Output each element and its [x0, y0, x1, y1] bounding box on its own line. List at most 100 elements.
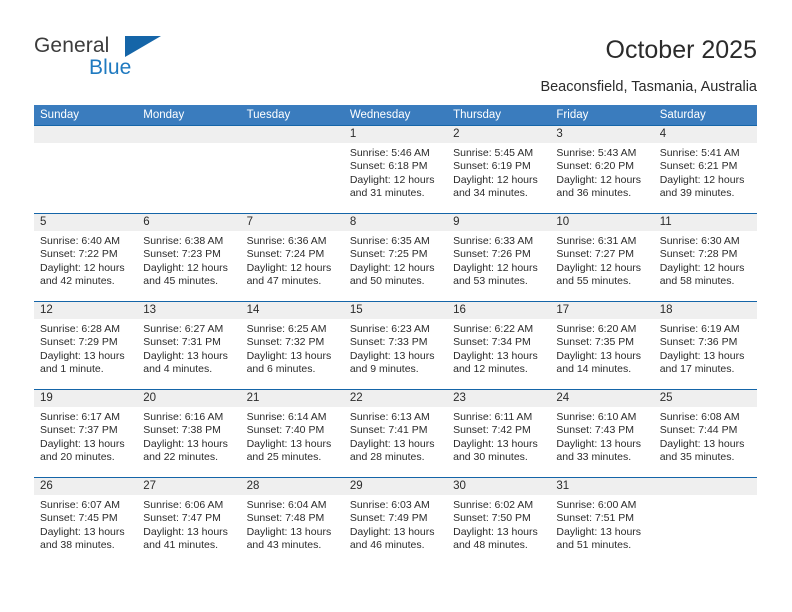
sunrise-text: Sunrise: 6:33 AM — [453, 235, 534, 247]
sunset-text: Sunset: 6:18 PM — [349, 160, 428, 173]
sunset-text: Sunset: 7:45 PM — [40, 512, 118, 525]
day-cell[interactable]: 5 Sunrise: 6:40 AM Sunset: 7:22 PM Daylight… — [34, 214, 138, 301]
day-cell[interactable]: 18 Sunrise: 6:19 AM Sunset: 7:36 PM Dayligh… — [653, 302, 757, 389]
day-cell[interactable] — [137, 126, 241, 213]
day-cell[interactable] — [653, 478, 757, 565]
day-cell[interactable]: 7 Sunrise: 6:36 AM Sunset: 7:24 PM Daylight… — [240, 214, 344, 301]
day-number: 17 — [550, 302, 654, 319]
day-cell[interactable]: 27 Sunrise: 6:06 AM Sunset: 7:47 PM Dayligh… — [137, 478, 241, 565]
sunrise-text: Sunrise: 6:19 AM — [659, 323, 740, 335]
day-cell[interactable]: 22 Sunrise: 6:13 AM Sunset: 7:41 PM Dayligh… — [343, 390, 448, 477]
daylight-text-line1: Daylight: 12 hours — [349, 261, 435, 274]
day-cell[interactable]: 20 Sunrise: 6:16 AM Sunset: 7:38 PM Dayligh… — [137, 390, 241, 477]
daylight-text-line1: Daylight: 12 hours — [659, 261, 745, 274]
day-cell[interactable]: 9 Sunrise: 6:33 AM Sunset: 7:26 PM Daylight… — [447, 214, 551, 301]
sunrise-text: Sunrise: 6:40 AM — [40, 235, 120, 247]
day-cell[interactable]: 2 Sunrise: 5:45 AM Sunset: 6:19 PM Daylight… — [447, 126, 551, 213]
daylight-text-line2: and 22 minutes. — [143, 451, 218, 464]
day-cell[interactable]: 14 Sunrise: 6:25 AM Sunset: 7:32 PM Dayligh… — [240, 302, 344, 389]
day-cell[interactable]: 15 Sunrise: 6:23 AM Sunset: 7:33 PM Dayligh… — [343, 302, 448, 389]
sunrise-text: Sunrise: 6:16 AM — [143, 411, 224, 423]
day-info — [34, 143, 137, 147]
day-cell[interactable]: 8 Sunrise: 6:35 AM Sunset: 7:25 PM Daylight… — [343, 214, 448, 301]
daylight-text-line1: Daylight: 13 hours — [349, 437, 435, 450]
daylight-text-line1: Daylight: 13 hours — [659, 437, 745, 450]
day-info: Sunrise: 6:20 AM Sunset: 7:35 PM Daylight:… — [550, 319, 653, 377]
sunrise-text: Sunrise: 6:10 AM — [556, 411, 637, 423]
day-cell[interactable]: 26 Sunrise: 6:07 AM Sunset: 7:45 PM Dayligh… — [34, 478, 138, 565]
day-cell[interactable] — [240, 126, 344, 213]
day-info: Sunrise: 6:19 AM Sunset: 7:36 PM Daylight:… — [654, 319, 757, 377]
day-cell[interactable]: 24 Sunrise: 6:10 AM Sunset: 7:43 PM Dayligh… — [550, 390, 654, 477]
daylight-text-line2: and 28 minutes. — [349, 451, 425, 464]
day-cell[interactable]: 6 Sunrise: 6:38 AM Sunset: 7:23 PM Daylight… — [137, 214, 241, 301]
weekday-tuesday: Tuesday — [246, 109, 291, 121]
sunset-text: Sunset: 7:33 PM — [349, 336, 428, 349]
sunrise-text: Sunrise: 6:14 AM — [246, 411, 327, 423]
day-number: 27 — [137, 478, 241, 495]
day-cell[interactable]: 10 Sunrise: 6:31 AM Sunset: 7:27 PM Dayligh… — [550, 214, 654, 301]
daylight-text-line2: and 58 minutes. — [659, 275, 735, 288]
sunset-text: Sunset: 7:31 PM — [143, 336, 221, 349]
sunrise-text: Sunrise: 6:08 AM — [659, 411, 740, 423]
weekday-thursday: Thursday — [453, 109, 502, 121]
day-number: 6 — [137, 214, 241, 231]
day-number: 16 — [447, 302, 551, 319]
daylight-text-line2: and 31 minutes. — [349, 187, 425, 200]
day-cell[interactable]: 17 Sunrise: 6:20 AM Sunset: 7:35 PM Dayligh… — [550, 302, 654, 389]
day-cell[interactable]: 29 Sunrise: 6:03 AM Sunset: 7:49 PM Dayligh… — [343, 478, 448, 565]
day-info: Sunrise: 6:16 AM Sunset: 7:38 PM Daylight:… — [137, 407, 240, 465]
sunset-text: Sunset: 6:21 PM — [659, 160, 738, 173]
day-number: 5 — [34, 214, 138, 231]
sunrise-text: Sunrise: 6:36 AM — [246, 235, 327, 247]
day-info — [137, 143, 240, 147]
sunset-text: Sunset: 7:43 PM — [556, 424, 635, 437]
daylight-text-line2: and 9 minutes. — [349, 363, 419, 376]
day-cell[interactable]: 12 Sunrise: 6:28 AM Sunset: 7:29 PM Dayligh… — [34, 302, 138, 389]
sunset-text: Sunset: 7:22 PM — [40, 248, 118, 261]
weekday-monday: Monday — [143, 109, 185, 121]
day-cell[interactable]: 28 Sunrise: 6:04 AM Sunset: 7:48 PM Dayligh… — [240, 478, 344, 565]
day-cell[interactable]: 16 Sunrise: 6:22 AM Sunset: 7:34 PM Dayligh… — [447, 302, 551, 389]
day-cell[interactable] — [34, 126, 138, 213]
day-info: Sunrise: 6:17 AM Sunset: 7:37 PM Daylight:… — [34, 407, 137, 465]
day-info: Sunrise: 6:30 AM Sunset: 7:28 PM Daylight:… — [654, 231, 757, 289]
sunrise-text: Sunrise: 6:04 AM — [246, 499, 327, 511]
day-cell[interactable]: 1 Sunrise: 5:46 AM Sunset: 6:18 PM Daylight… — [343, 126, 448, 213]
day-info: Sunrise: 6:04 AM Sunset: 7:48 PM Daylight:… — [241, 495, 344, 553]
sunrise-text: Sunrise: 5:45 AM — [453, 147, 534, 159]
day-cell[interactable]: 25 Sunrise: 6:08 AM Sunset: 7:44 PM Dayligh… — [653, 390, 757, 477]
day-cell[interactable]: 30 Sunrise: 6:02 AM Sunset: 7:50 PM Dayligh… — [447, 478, 551, 565]
sunrise-text: Sunrise: 6:27 AM — [143, 323, 224, 335]
daylight-text-line2: and 34 minutes. — [453, 187, 528, 200]
week-row: 26 Sunrise: 6:07 AM Sunset: 7:45 PM Dayligh… — [34, 477, 757, 565]
day-cell[interactable]: 21 Sunrise: 6:14 AM Sunset: 7:40 PM Dayligh… — [240, 390, 344, 477]
sunrise-text: Sunrise: 6:35 AM — [349, 235, 430, 247]
page-title: October 2025 — [605, 36, 758, 64]
day-number: 2 — [447, 126, 551, 143]
daylight-text-line1: Daylight: 12 hours — [556, 173, 642, 186]
day-cell[interactable]: 3 Sunrise: 5:43 AM Sunset: 6:20 PM Daylight… — [550, 126, 654, 213]
sunset-text: Sunset: 7:23 PM — [143, 248, 221, 261]
sunset-text: Sunset: 7:28 PM — [659, 248, 738, 261]
day-cell[interactable]: 31 Sunrise: 6:00 AM Sunset: 7:51 PM Dayligh… — [550, 478, 654, 565]
daylight-text-line1: Daylight: 12 hours — [453, 261, 538, 274]
sunset-text: Sunset: 7:32 PM — [246, 336, 325, 349]
sunset-text: Sunset: 7:35 PM — [556, 336, 635, 349]
sunrise-text: Sunrise: 6:07 AM — [40, 499, 120, 511]
day-cell[interactable]: 11 Sunrise: 6:30 AM Sunset: 7:28 PM Dayligh… — [653, 214, 757, 301]
day-cell[interactable]: 13 Sunrise: 6:27 AM Sunset: 7:31 PM Dayligh… — [137, 302, 241, 389]
day-cell[interactable]: 19 Sunrise: 6:17 AM Sunset: 7:37 PM Dayligh… — [34, 390, 138, 477]
day-cell[interactable]: 23 Sunrise: 6:11 AM Sunset: 7:42 PM Dayligh… — [447, 390, 551, 477]
daylight-text-line2: and 12 minutes. — [453, 363, 528, 376]
day-number — [137, 126, 241, 143]
daylight-text-line1: Daylight: 13 hours — [40, 525, 125, 538]
daylight-text-line1: Daylight: 13 hours — [556, 525, 642, 538]
day-number: 11 — [653, 214, 757, 231]
brand-logo[interactable]: General Blue — [34, 34, 254, 84]
sunrise-text: Sunrise: 6:31 AM — [556, 235, 637, 247]
daylight-text-line1: Daylight: 13 hours — [349, 525, 435, 538]
day-number: 29 — [343, 478, 448, 495]
day-cell[interactable]: 4 Sunrise: 5:41 AM Sunset: 6:21 PM Daylight… — [653, 126, 757, 213]
day-number — [240, 126, 344, 143]
